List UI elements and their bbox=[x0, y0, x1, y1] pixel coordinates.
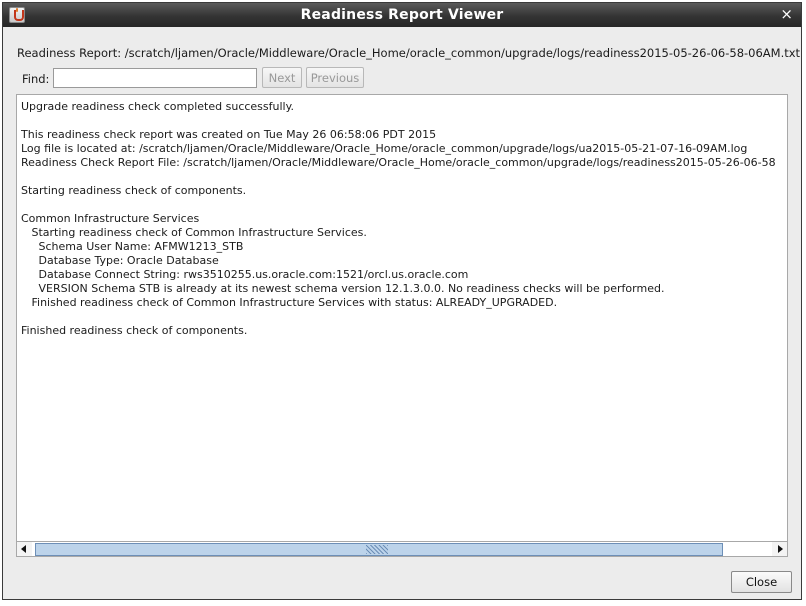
report-text: Upgrade readiness check completed succes… bbox=[21, 100, 776, 337]
close-button[interactable]: Close bbox=[731, 571, 792, 593]
readiness-report-window: Readiness Report Viewer × Readiness Repo… bbox=[2, 2, 802, 600]
close-icon[interactable]: × bbox=[780, 5, 793, 23]
previous-button[interactable]: Previous bbox=[306, 67, 364, 88]
next-button[interactable]: Next bbox=[262, 67, 302, 88]
scrollbar-grip bbox=[366, 545, 388, 554]
report-path-label: Readiness Report: /scratch/ljamen/Oracle… bbox=[17, 46, 801, 60]
title-bar[interactable]: Readiness Report Viewer × bbox=[3, 3, 801, 27]
find-input[interactable] bbox=[53, 68, 257, 88]
horizontal-scrollbar[interactable] bbox=[16, 541, 788, 557]
arrow-left-icon[interactable] bbox=[17, 542, 32, 556]
report-text-area[interactable]: Upgrade readiness check completed succes… bbox=[16, 94, 788, 543]
window-title: Readiness Report Viewer bbox=[300, 7, 504, 23]
scrollbar-thumb[interactable] bbox=[35, 543, 723, 556]
arrow-right-icon[interactable] bbox=[772, 542, 787, 556]
find-label: Find: bbox=[22, 72, 50, 86]
